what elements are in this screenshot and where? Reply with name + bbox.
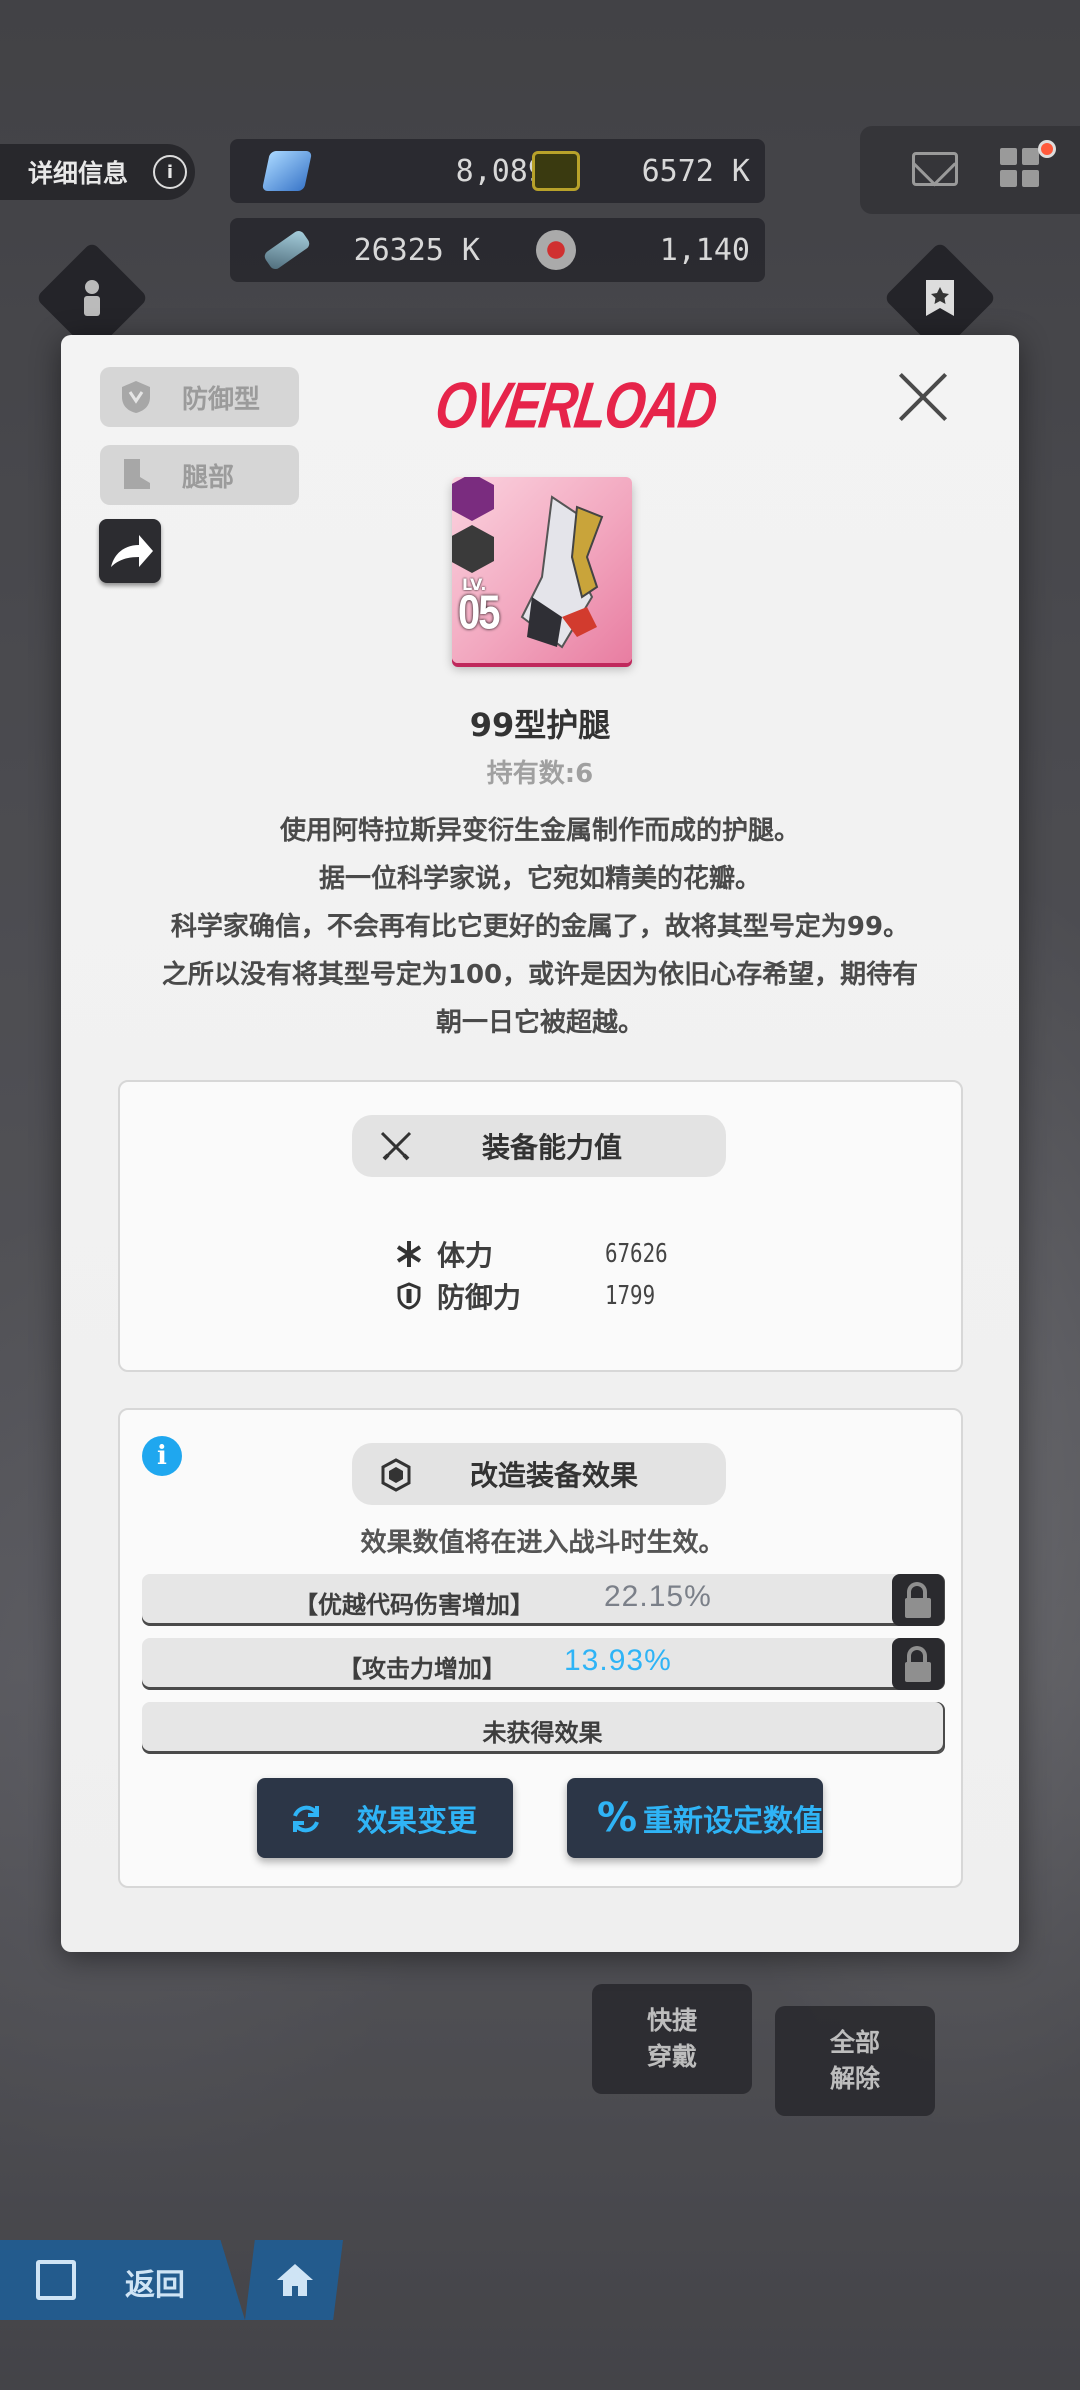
battle-data-icon [262,228,312,272]
effects-panel: i 改造装备效果 效果数值将在进入战斗时生效。 【优越代码伤害增加】 22.15… [118,1408,963,1888]
desc-line: 据一位科学家说，它宛如精美的花瓣。 [318,864,761,894]
close-icon[interactable] [897,371,949,423]
effect-name: 【优越代码伤害增加】 [294,1591,534,1619]
resource-bar-bottom: 26325 K 1,140 [230,218,765,282]
unequip-all-line2: 解除 [829,2064,880,2093]
reset-value-label: 重新设定数值 [643,1804,823,1839]
star-bookmark-icon [900,258,980,338]
refresh-icon [293,1805,319,1833]
effect-value: 13.93% [564,1644,672,1677]
rarity-badge-icon [452,477,494,521]
desc-line: 朝一日它被超越。 [435,1008,644,1038]
effects-panel-title: 改造装备效果 [352,1443,726,1505]
item-name: 99型护腿 [469,706,611,744]
effect-note: 效果数值将在进入战斗时生效。 [360,1528,725,1558]
desc-line: 之所以没有将其型号定为100，或许是因为依旧心存希望，期待有 [161,960,919,990]
unequip-all-line1: 全部 [829,2028,880,2057]
slot-tag: 腿部 [100,445,299,505]
percent-icon: % [597,1795,638,1841]
top-right-panel [860,126,1080,214]
detail-info-label: 详细信息 [28,159,129,188]
slot-tag-label: 腿部 [182,462,235,493]
overload-logo: OVERLOAD [430,369,720,443]
effects-title-label: 改造装备效果 [470,1459,639,1492]
item-description: 使用阿特拉斯异变衍生金属制作而成的护腿。 据一位科学家说，它宛如精美的花瓣。 科… [111,807,969,1047]
stat-name: 体力 [437,1239,494,1272]
resource-bar-top: 8,089 + 6572 K [230,139,765,203]
battle-data-count: 26325 K [353,232,480,268]
class-badge-icon [452,525,494,573]
shield-class-icon [122,381,150,413]
equipment-detail-modal: 防御型 腿部 OVERLOAD LV. 05 99型护腿 持有数:6 使用阿特拉… [61,335,1019,1952]
owned-count: 持有数:6 [486,759,594,789]
effect-name: 【攻击力增加】 [338,1655,506,1683]
lock-toggle[interactable] [892,1574,944,1626]
item-card: LV. 05 [452,477,632,663]
effect-slot: 【优越代码伤害增加】 22.15% [142,1574,944,1626]
lock-toggle[interactable] [892,1638,944,1690]
cube-icon [381,1458,411,1492]
leg-armor-art [520,495,604,649]
level-value: 05 [458,586,500,640]
home-button[interactable] [245,2240,343,2320]
effect-slot: 【攻击力增加】 13.93% [142,1638,944,1690]
back-button[interactable]: 返回 [0,2240,245,2320]
desc-line: 使用阿特拉斯异变衍生金属制作而成的护腿。 [279,816,800,846]
boot-icon [124,459,150,489]
stat-value: 1799 [605,1281,656,1311]
info-icon[interactable]: i [142,1436,182,1476]
back-label: 返回 [125,2268,185,2303]
quick-equip-line2: 穿戴 [646,2042,697,2071]
shield-icon [397,1282,421,1310]
mail-icon[interactable] [912,152,958,186]
stats-panel-title: 装备能力值 [352,1115,726,1177]
type-tag: 防御型 [100,367,299,427]
share-button[interactable] [99,519,161,583]
core-dust-icon [536,230,576,270]
change-effect-label: 效果变更 [357,1804,477,1839]
change-effect-button[interactable]: 效果变更 [257,1778,513,1858]
stat-value: 67626 [605,1239,668,1269]
detail-info-button[interactable]: 详细信息 i [0,144,195,200]
share-arrow-icon [111,535,153,567]
credit-count: 6572 K [641,153,750,189]
credit-card-icon [532,151,580,191]
quick-equip-line1: 快捷 [646,2006,697,2035]
stats-title-label: 装备能力值 [482,1131,623,1164]
effect-value: 22.15% [604,1580,712,1613]
unequip-all-button[interactable]: 全部 解除 [775,2006,935,2116]
stat-name: 防御力 [437,1281,522,1314]
menu-grid-icon[interactable] [1000,148,1040,188]
reset-value-button[interactable]: % 重新设定数值 [567,1778,823,1858]
home-icon [277,2264,313,2296]
effect-name: 未获得效果 [482,1719,603,1747]
core-dust-count: 1,140 [659,232,750,268]
stats-panel: 装备能力值 体力 67626 防御力 1799 [118,1080,963,1372]
person-icon [52,258,132,338]
asterisk-icon [396,1241,422,1267]
quick-equip-button[interactable]: 快捷 穿戴 [592,1984,752,2094]
desc-line: 科学家确信，不会再有比它更好的金属了，故将其型号定为99。 [170,912,910,942]
type-tag-label: 防御型 [182,384,261,415]
crossed-swords-icon [380,1131,412,1161]
effect-slot-empty: 未获得效果 [142,1702,943,1754]
notification-dot [1038,140,1056,158]
gem-icon [261,151,313,191]
info-icon: i [153,155,187,189]
exit-icon [36,2260,76,2300]
